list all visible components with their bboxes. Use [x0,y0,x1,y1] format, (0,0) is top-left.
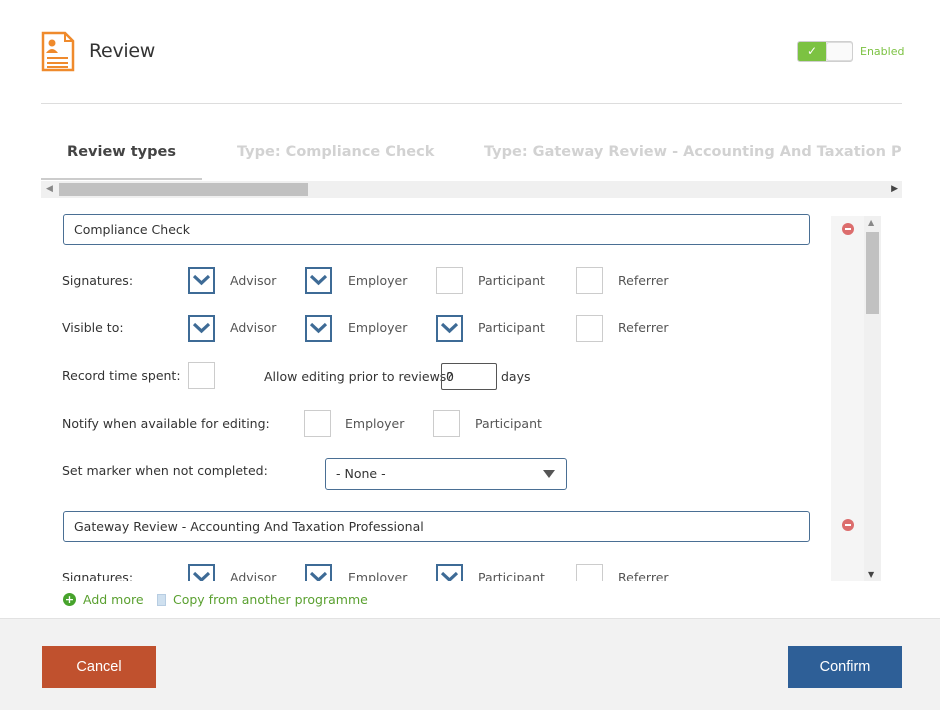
checkbox-label: Employer [345,416,405,431]
checkbox-notify-employer[interactable] [304,410,331,437]
dialog-header: Review ✓ Enabled [0,0,940,104]
header-divider [41,103,902,104]
check-icon [193,274,210,286]
marker-label: Set marker when not completed: [62,463,268,478]
chevron-down-icon [543,470,555,478]
check-icon [310,274,327,286]
checkbox-signature-participant[interactable] [436,267,463,294]
checkbox-label: Advisor [230,273,277,288]
marker-select-value: - None - [336,466,386,481]
review-type-name-input[interactable]: Compliance Check [63,214,810,245]
dialog-footer: Cancel Confirm [0,618,940,710]
checkbox-signature-employer[interactable] [305,267,332,294]
cancel-button[interactable]: Cancel [42,646,156,688]
signatures-label: Signatures: [62,273,134,288]
visible-to-label: Visible to: [62,320,124,335]
add-more-link[interactable]: Add more [83,592,144,607]
confirm-button[interactable]: Confirm [788,646,902,688]
checkbox-signature-employer[interactable] [305,564,332,581]
copy-from-programme-link[interactable]: Copy from another programme [173,592,368,607]
toggle-knob [827,43,852,60]
check-icon [193,322,210,334]
scroll-right-arrow-icon[interactable]: ▶ [891,184,898,194]
copy-icon[interactable] [157,594,166,606]
review-types-list: Compliance Check Signatures: Advisor Emp… [41,198,881,581]
tab-compliance-check[interactable]: Type: Compliance Check [237,130,434,180]
signatures-label: Signatures: [62,570,134,581]
checkbox-visible-referrer[interactable] [576,315,603,342]
dialog-title: Review [89,40,155,62]
tab-review-types[interactable]: Review types [41,130,202,180]
checkbox-label: Employer [348,273,408,288]
checkbox-visible-advisor[interactable] [188,315,215,342]
tab-gateway-review[interactable]: Type: Gateway Review - Accounting And Ta… [484,130,902,180]
allow-editing-label: Allow editing prior to reviews? [264,369,453,384]
checkbox-label: Employer [348,320,408,335]
checkbox-label: Advisor [230,570,277,581]
document-user-icon [41,31,75,72]
check-icon [310,571,327,581]
checkbox-visible-employer[interactable] [305,315,332,342]
scroll-left-arrow-icon[interactable]: ◀ [46,184,53,194]
checkbox-record-time[interactable] [188,362,215,389]
checkbox-visible-participant[interactable] [436,315,463,342]
checkbox-label: Participant [478,273,545,288]
checkbox-label: Participant [478,570,545,581]
checkbox-label: Referrer [618,570,669,581]
toggle-state-label: Enabled [860,45,905,58]
checkbox-signature-advisor[interactable] [188,564,215,581]
checkbox-label: Employer [348,570,408,581]
notify-label: Notify when available for editing: [62,416,270,431]
add-icon[interactable]: + [63,593,76,606]
checkbox-label: Referrer [618,320,669,335]
checkbox-label: Participant [478,320,545,335]
marker-select[interactable]: - None - [325,458,567,490]
checkbox-signature-referrer[interactable] [576,267,603,294]
days-label: days [501,369,531,384]
check-icon [441,322,458,334]
check-icon [193,571,210,581]
check-icon: ✓ [798,42,826,61]
check-icon [441,571,458,581]
review-type-name-input[interactable]: Gateway Review - Accounting And Taxation… [63,511,810,542]
check-icon [310,322,327,334]
checkbox-label: Advisor [230,320,277,335]
tab-bar: Review types Type: Compliance Check Type… [41,130,902,180]
checkbox-notify-participant[interactable] [433,410,460,437]
checkbox-signature-referrer[interactable] [576,564,603,581]
checkbox-signature-advisor[interactable] [188,267,215,294]
checkbox-signature-participant[interactable] [436,564,463,581]
horizontal-scrollbar[interactable]: ◀ ▶ [41,181,902,198]
record-time-label: Record time spent: [62,368,181,383]
enabled-toggle[interactable]: ✓ [797,41,853,62]
horizontal-scroll-thumb[interactable] [59,183,308,196]
checkbox-label: Referrer [618,273,669,288]
allow-editing-days-input[interactable]: 0 [441,363,497,390]
checkbox-label: Participant [475,416,542,431]
